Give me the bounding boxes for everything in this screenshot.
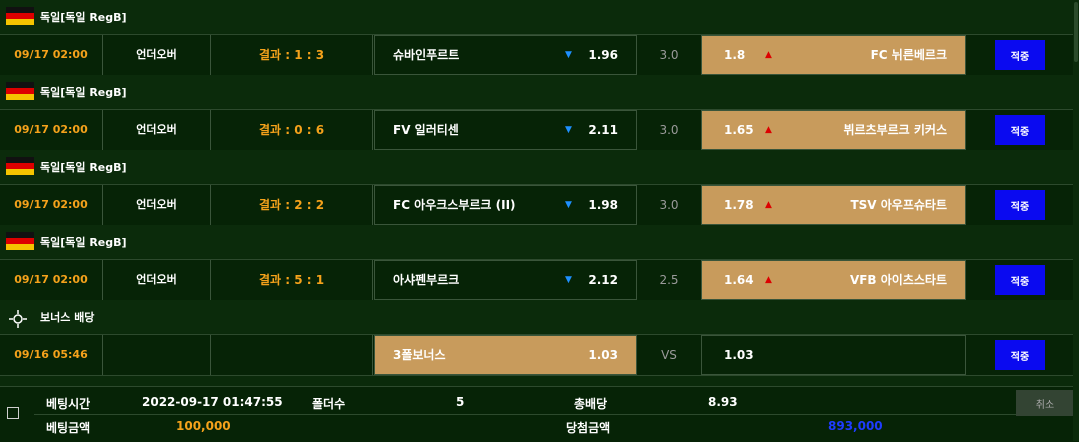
home-odds: 1.03 xyxy=(588,348,618,362)
match-result: 결과 : 5 : 1 xyxy=(211,260,373,300)
arrow-down-icon: ▼ xyxy=(565,50,572,60)
bet-type-empty xyxy=(103,335,211,375)
germany-flag-icon xyxy=(6,157,34,175)
germany-flag-icon xyxy=(6,7,34,25)
league-header: 독일[독일 RegB] xyxy=(0,0,1079,33)
away-team-name: FC 뉘른베르크 xyxy=(870,48,947,62)
bet-type: 언더오버 xyxy=(103,260,211,300)
away-odds: 1.78 xyxy=(724,198,754,212)
away-team-name: VFB 아이츠스타트 xyxy=(849,273,947,287)
match-time: 09/17 02:00 xyxy=(0,185,103,225)
home-team-name: FV 일러티센 xyxy=(393,123,459,137)
hit-button[interactable]: 적중 xyxy=(995,265,1045,295)
arrow-up-icon: ▲ xyxy=(765,200,772,210)
germany-flag-icon xyxy=(6,232,34,250)
handicap-line: 2.5 xyxy=(659,273,679,287)
divider xyxy=(34,414,1079,415)
germany-flag-icon xyxy=(6,82,34,100)
match-result: 결과 : 0 : 6 xyxy=(211,110,373,150)
bet-time-label: 베팅시간 xyxy=(46,397,91,411)
away-team-cell[interactable]: 1.78 ▲ TSV 아우프슈타트 xyxy=(701,185,966,225)
bet-amount-value: 100,000 xyxy=(176,419,231,433)
handicap-line: 3.0 xyxy=(659,123,679,137)
match-row: 09/17 02:00 언더오버 결과 : 1 : 3 슈바인푸르트 ▼ 1.9… xyxy=(0,34,1079,76)
away-team-name: 뷔르츠부르크 키커스 xyxy=(843,123,947,137)
league-name: 독일[독일 RegB] xyxy=(40,161,127,174)
arrow-up-icon: ▲ xyxy=(765,125,772,135)
hit-button[interactable]: 적중 xyxy=(995,115,1045,145)
league-header: 독일[독일 RegB] xyxy=(0,225,1079,258)
win-amount-label: 당첨금액 xyxy=(566,421,611,435)
away-team-cell[interactable]: 1.65 ▲ 뷔르츠부르크 키커스 xyxy=(701,110,966,150)
hit-button[interactable]: 적중 xyxy=(995,40,1045,70)
arrow-up-icon: ▲ xyxy=(765,275,772,285)
arrow-down-icon: ▼ xyxy=(565,275,572,285)
away-odds: 1.03 xyxy=(724,348,754,362)
home-team-cell[interactable]: 3폴보너스 1.03 xyxy=(374,335,637,375)
home-team-cell[interactable]: FV 일러티센 ▼ 2.11 xyxy=(374,110,637,150)
bet-type: 언더오버 xyxy=(103,185,211,225)
home-odds: 2.11 xyxy=(588,123,618,137)
handicap-line: 3.0 xyxy=(659,198,679,212)
away-team-cell[interactable]: 1.8 ▲ FC 뉘른베르크 xyxy=(701,35,966,75)
away-odds: 1.65 xyxy=(724,123,754,137)
home-team-name: 3폴보너스 xyxy=(393,348,446,362)
home-team-cell[interactable]: FC 아우크스부르크 (II) ▼ 1.98 xyxy=(374,185,637,225)
away-odds: 1.8 xyxy=(724,48,746,62)
league-name: 독일[독일 RegB] xyxy=(40,11,127,24)
scrollbar-thumb[interactable] xyxy=(1074,2,1078,62)
handicap-line: 3.0 xyxy=(659,48,679,62)
home-odds: 1.96 xyxy=(588,48,618,62)
bonus-header: 보너스 배당 xyxy=(0,300,1079,333)
league-name: 독일[독일 RegB] xyxy=(40,236,127,249)
bet-time-value: 2022-09-17 01:47:55 xyxy=(142,395,283,409)
match-result-empty xyxy=(211,335,373,375)
home-team-cell[interactable]: 아샤펜부르크 ▼ 2.12 xyxy=(374,260,637,300)
bet-type: 언더오버 xyxy=(103,110,211,150)
league-header: 독일[독일 RegB] xyxy=(0,75,1079,108)
folders-value: 5 xyxy=(456,395,465,409)
away-team-cell[interactable]: 1.03 xyxy=(701,335,966,375)
match-time: 09/17 02:00 xyxy=(0,260,103,300)
versus-label: VS xyxy=(661,348,677,362)
bonus-title: 보너스 배당 xyxy=(40,311,95,324)
total-odds-label: 총배당 xyxy=(574,397,608,411)
scrollbar[interactable] xyxy=(1073,0,1079,441)
home-team-name: 아샤펜부르크 xyxy=(393,273,460,287)
home-team-name: 슈바인푸르트 xyxy=(393,48,460,62)
league-header: 독일[독일 RegB] xyxy=(0,150,1079,183)
bonus-row: 09/16 05:46 3폴보너스 1.03 VS 1.03 적중 xyxy=(0,334,1079,376)
match-time: 09/17 02:00 xyxy=(0,35,103,75)
win-amount-value: 893,000 xyxy=(828,419,883,433)
match-time: 09/16 05:46 xyxy=(0,335,103,375)
home-odds: 2.12 xyxy=(588,273,618,287)
home-odds: 1.98 xyxy=(588,198,618,212)
bet-amount-label: 베팅금액 xyxy=(46,421,91,435)
match-row: 09/17 02:00 언더오버 결과 : 5 : 1 아샤펜부르크 ▼ 2.1… xyxy=(0,259,1079,301)
hit-button[interactable]: 적중 xyxy=(995,340,1045,370)
match-time: 09/17 02:00 xyxy=(0,110,103,150)
bet-type: 언더오버 xyxy=(103,35,211,75)
away-odds: 1.64 xyxy=(724,273,754,287)
folders-label: 폴더수 xyxy=(312,397,346,411)
match-result: 결과 : 2 : 2 xyxy=(211,185,373,225)
away-team-name: TSV 아우프슈타트 xyxy=(850,198,947,212)
match-row: 09/17 02:00 언더오버 결과 : 2 : 2 FC 아우크스부르크 (… xyxy=(0,184,1079,226)
arrow-down-icon: ▼ xyxy=(565,125,572,135)
hit-button[interactable]: 적중 xyxy=(995,190,1045,220)
home-team-name: FC 아우크스부르크 (II) xyxy=(393,198,516,212)
select-checkbox[interactable] xyxy=(7,407,19,419)
bet-summary: 베팅시간 2022-09-17 01:47:55 폴더수 5 총배당 8.93 … xyxy=(0,386,1079,442)
total-odds-value: 8.93 xyxy=(708,395,738,409)
away-team-cell[interactable]: 1.64 ▲ VFB 아이츠스타트 xyxy=(701,260,966,300)
arrow-down-icon: ▼ xyxy=(565,200,572,210)
home-team-cell[interactable]: 슈바인푸르트 ▼ 1.96 xyxy=(374,35,637,75)
cancel-button[interactable]: 취소 xyxy=(1016,390,1074,416)
bonus-target-icon xyxy=(8,309,28,329)
league-name: 독일[독일 RegB] xyxy=(40,86,127,99)
arrow-up-icon: ▲ xyxy=(765,50,772,60)
match-row: 09/17 02:00 언더오버 결과 : 0 : 6 FV 일러티센 ▼ 2.… xyxy=(0,109,1079,151)
match-result: 결과 : 1 : 3 xyxy=(211,35,373,75)
